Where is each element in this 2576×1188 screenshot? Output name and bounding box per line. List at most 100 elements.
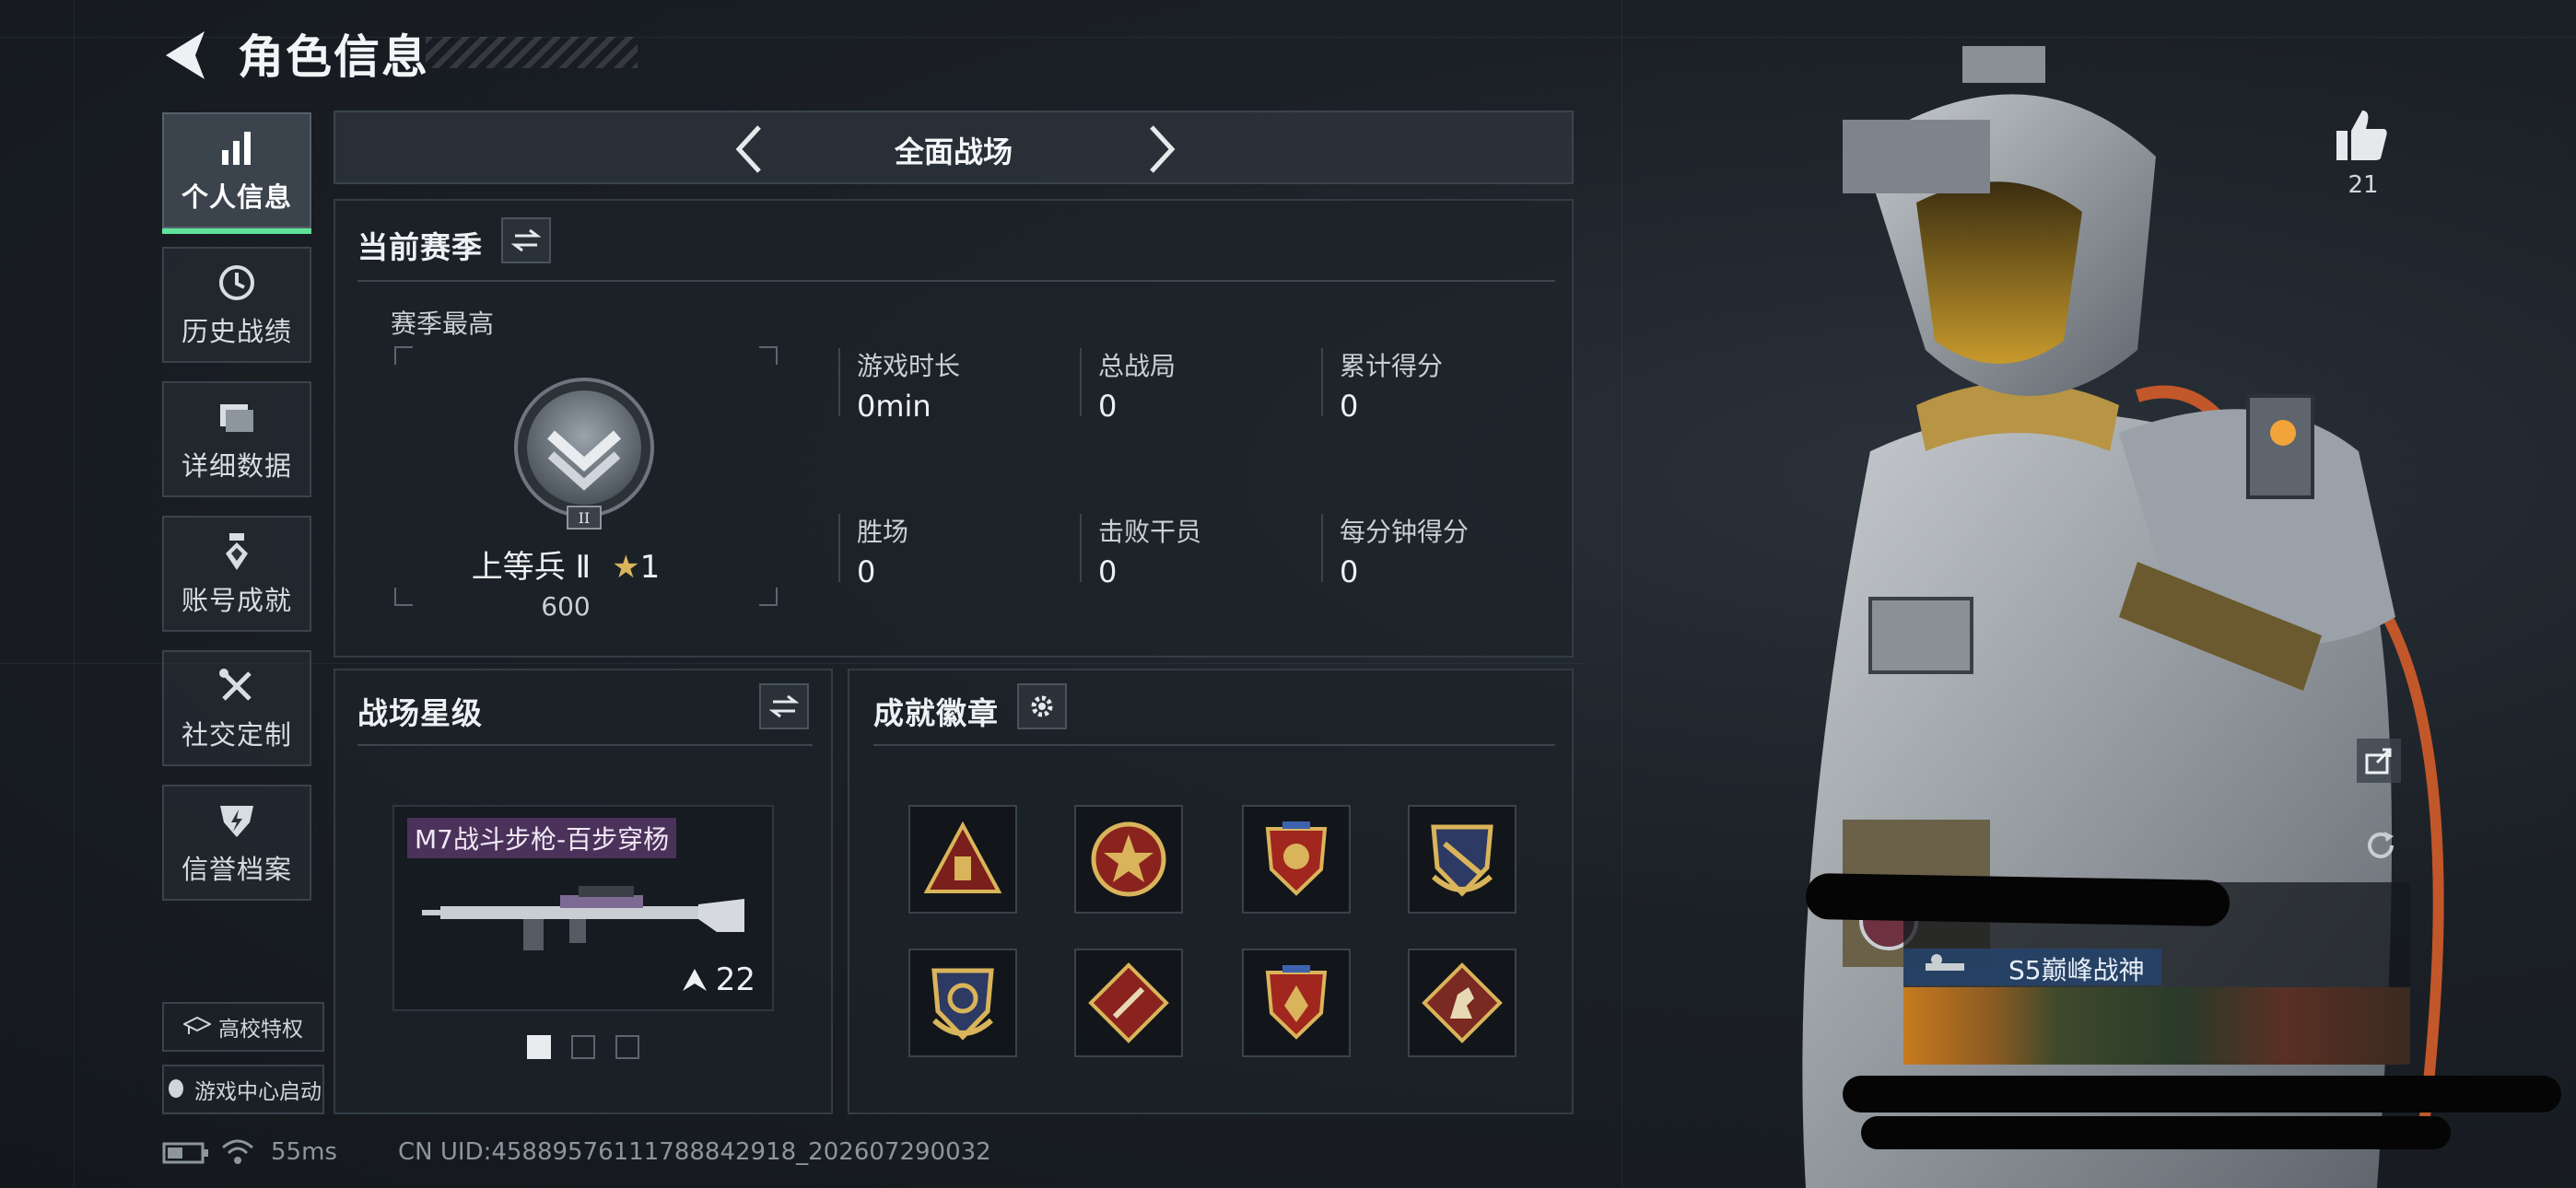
redaction-mark	[1843, 1076, 2561, 1112]
page-dot-active[interactable]	[527, 1035, 551, 1059]
badge-diamond-horse-icon	[1422, 962, 1503, 1043]
stat-value: 0	[1340, 554, 1359, 589]
badge-slot[interactable]	[1074, 949, 1183, 1057]
back-arrow-icon[interactable]	[162, 28, 208, 83]
battery-icon	[162, 1142, 208, 1164]
stat-label: 胜场	[857, 517, 909, 547]
stat-label: 累计得分	[1340, 351, 1444, 381]
badge-settings-button[interactable]	[1017, 683, 1067, 729]
share-button[interactable]	[2357, 739, 2401, 783]
like-count: 21	[2348, 171, 2379, 199]
nav-item-history[interactable]: 历史战绩	[162, 247, 311, 363]
nav-label: 个人信息	[181, 181, 292, 213]
nav-label: 账号成就	[181, 585, 292, 616]
achievement-medal-icon	[226, 533, 248, 570]
badge-shield-red-icon	[1265, 821, 1328, 896]
rank-points: 600	[541, 591, 591, 622]
gear-icon	[1031, 695, 1053, 717]
current-season-panel: 当前赛季 赛季最高 II 上等兵 Ⅱ ★1 600 游戏时长 0min 总战局 …	[334, 199, 1574, 658]
refresh-icon	[2368, 832, 2394, 858]
bar-chart-icon	[222, 132, 251, 165]
page-dot[interactable]	[571, 1035, 595, 1059]
wifi-icon	[222, 1139, 253, 1164]
swap-arrows-icon	[769, 694, 799, 718]
stat-value: 0	[1098, 389, 1118, 424]
tools-icon	[219, 669, 252, 701]
season-peak-label: 赛季最高	[391, 309, 495, 339]
divider	[1080, 348, 1082, 416]
game-center-label: 游戏中心启动	[194, 1080, 322, 1104]
rank-name-row: 上等兵 Ⅱ ★1	[391, 542, 741, 587]
frame-corner	[759, 588, 778, 606]
history-clock-icon	[219, 265, 254, 300]
weapon-level: 22	[681, 961, 755, 998]
campus-privilege-label: 高校特权	[218, 1018, 303, 1042]
qq-penguin-icon	[169, 1079, 183, 1098]
page-dot[interactable]	[615, 1035, 639, 1059]
badge-slot[interactable]	[1408, 949, 1516, 1057]
nav-label: 社交定制	[181, 719, 292, 751]
nameplate-banner-image	[1903, 987, 2410, 1065]
divider	[1321, 348, 1323, 416]
rank-name: 上等兵 Ⅱ	[471, 549, 591, 586]
badge-slot[interactable]	[1242, 949, 1351, 1057]
ping-value: 55ms	[271, 1138, 337, 1166]
badge-shield-gold-icon	[1431, 824, 1493, 897]
nav-label: 详细数据	[181, 450, 292, 482]
stat-value: 0	[1098, 554, 1118, 589]
nameplate-title: S5巅峰战神	[2008, 955, 2145, 985]
badge-triangle-gold-icon	[923, 821, 1002, 893]
share-icon	[2365, 748, 2392, 775]
stat-label: 总战局	[1098, 351, 1177, 381]
chevron-right-icon[interactable]	[1142, 123, 1179, 175]
weapon-card[interactable]: M7战斗步枪-百步穿杨 22	[392, 805, 774, 1011]
stat-value: 0	[857, 554, 876, 589]
nav-item-personal-info[interactable]: 个人信息	[162, 112, 311, 234]
divider	[838, 514, 840, 582]
divider	[838, 348, 840, 416]
frame-corner	[394, 346, 413, 365]
nav-label: 信誉档案	[181, 854, 292, 885]
badge-slot[interactable]	[908, 805, 1017, 914]
redaction-mark	[1805, 872, 2231, 927]
campus-privilege-button[interactable]: 高校特权	[162, 1002, 324, 1052]
folder-icon	[220, 404, 253, 432]
nav-item-credit-record[interactable]: 信誉档案	[162, 785, 311, 901]
badge-shield-blue-icon	[931, 968, 994, 1041]
stat-label: 每分钟得分	[1340, 517, 1469, 547]
weapon-switch-button[interactable]	[759, 683, 809, 729]
shield-icon	[220, 806, 253, 837]
stat-label: 击败干员	[1098, 517, 1202, 547]
badge-slot[interactable]	[1074, 805, 1183, 914]
badge-shield-red-2-icon	[1265, 965, 1328, 1040]
star-level-icon	[682, 969, 707, 991]
game-center-button[interactable]: 游戏中心启动	[162, 1065, 324, 1114]
badge-diamond-red-icon	[1088, 962, 1169, 1043]
badge-star-red-icon	[1091, 821, 1166, 897]
badge-slot[interactable]	[1408, 805, 1516, 914]
title-decoration	[426, 37, 638, 68]
nav-item-social-custom[interactable]: 社交定制	[162, 650, 311, 766]
redaction-mark	[1861, 1116, 2451, 1149]
season-switch-button[interactable]	[501, 217, 551, 263]
badge-slot[interactable]	[908, 949, 1017, 1057]
battlefield-level-title: 战场星级	[357, 695, 483, 731]
nav-item-detailed-data[interactable]: 详细数据	[162, 381, 311, 497]
current-season-title: 当前赛季	[357, 229, 483, 265]
graduation-cap-icon	[183, 1016, 211, 1034]
badge-slot[interactable]	[1242, 805, 1351, 914]
rank-stars: 1	[639, 549, 661, 586]
nav-label: 历史战绩	[181, 316, 292, 347]
rotate-button[interactable]	[2360, 825, 2401, 866]
divider	[1080, 514, 1082, 582]
frame-corner	[759, 346, 778, 365]
divider	[1321, 514, 1323, 582]
mode-selector-bar: 全面战场	[334, 111, 1574, 184]
stat-value: 0min	[857, 389, 931, 424]
divider	[357, 744, 813, 746]
weapon-emblem-icon	[1926, 954, 1964, 971]
uid-text: CN UID:45889576111788842918_202607290032	[398, 1138, 991, 1166]
page-title: 角色信息	[238, 30, 429, 84]
thumbs-up-icon[interactable]	[2335, 109, 2390, 162]
nav-item-achievements[interactable]: 账号成就	[162, 516, 311, 632]
